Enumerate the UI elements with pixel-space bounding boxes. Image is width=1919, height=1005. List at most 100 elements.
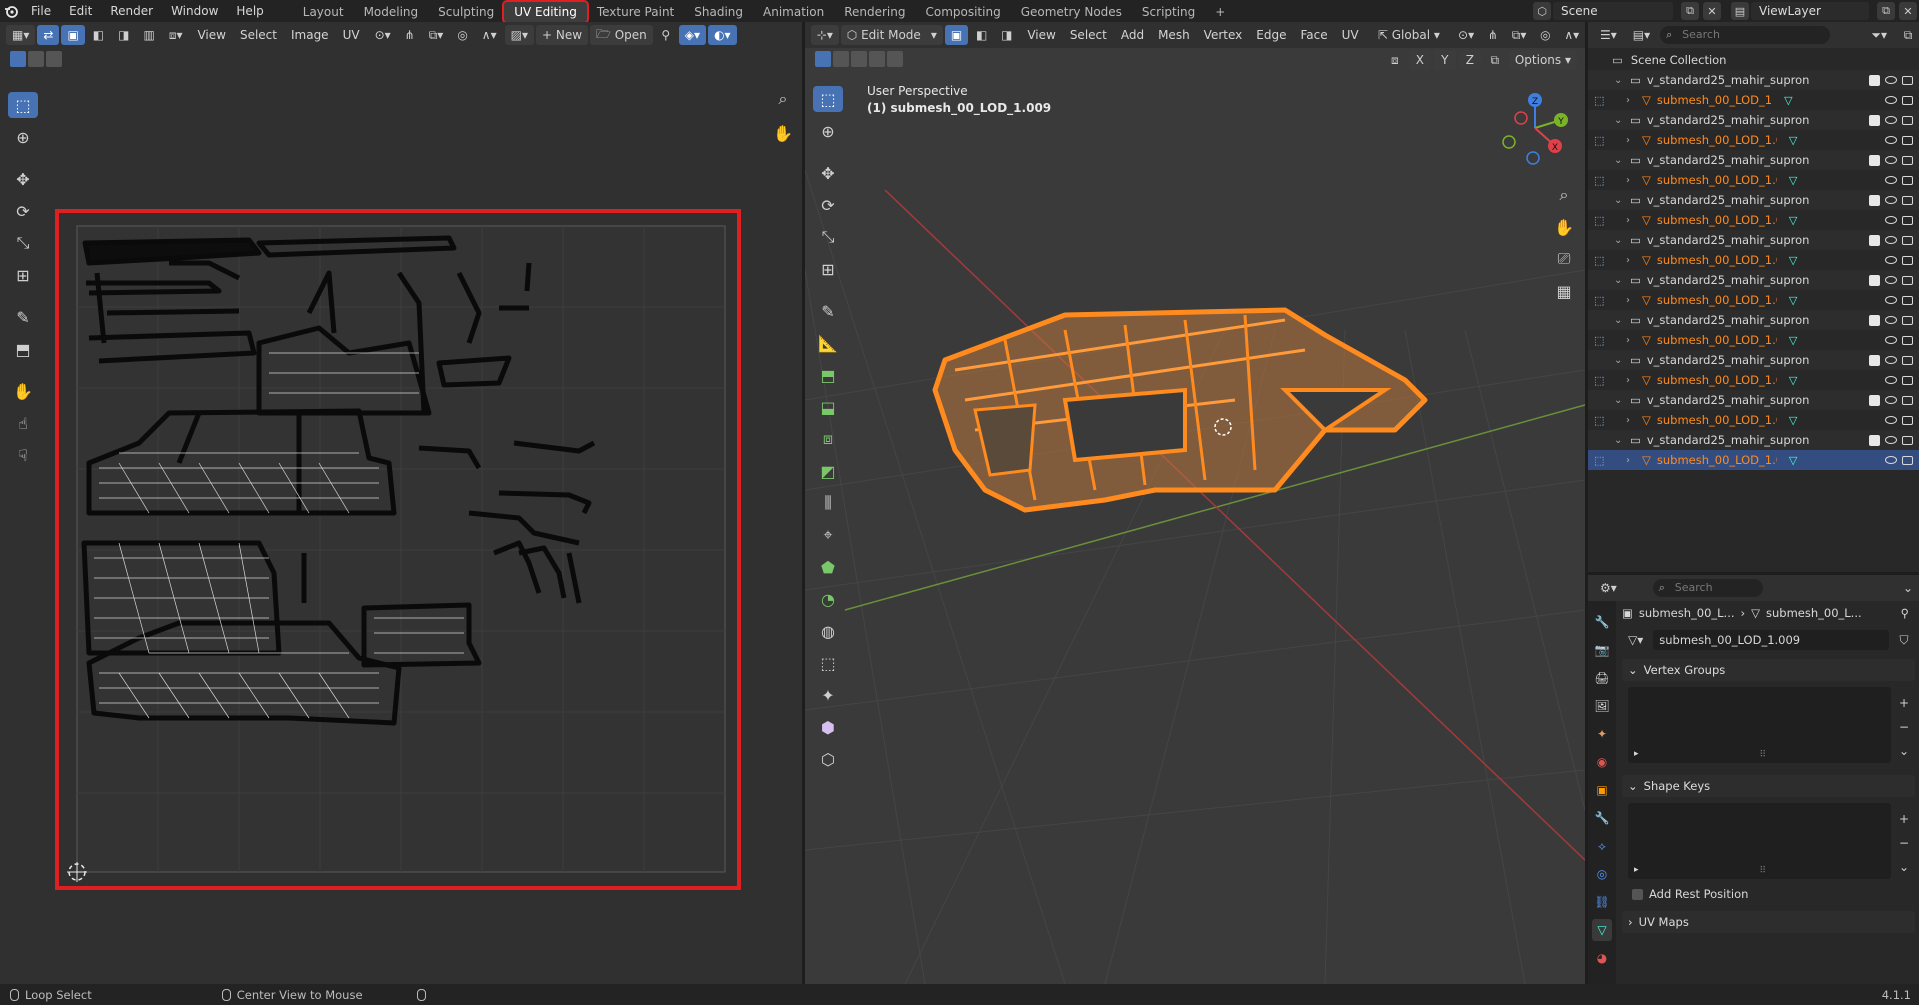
new-view-layer-icon[interactable]: ⧉ bbox=[1877, 2, 1895, 20]
vp-select-subtract-icon[interactable] bbox=[851, 51, 867, 67]
remove-vertex-group-icon[interactable]: − bbox=[1893, 717, 1915, 737]
tab-shading[interactable]: Shading bbox=[684, 2, 753, 22]
render-camera-icon[interactable] bbox=[1902, 415, 1913, 425]
uv-display-icon[interactable]: ◈▾ bbox=[678, 25, 707, 45]
vp-cursor-icon[interactable]: ⊕ bbox=[813, 118, 843, 144]
expand-right-icon[interactable]: › bbox=[1626, 135, 1638, 146]
options-dropdown[interactable]: Options ▾ bbox=[1508, 50, 1577, 70]
outliner-mesh-row[interactable]: ⬚ › ▽ submesh_00_LOD_1.004 ▽ bbox=[1588, 250, 1919, 270]
mesh-name-field[interactable]: submesh_00_LOD_1.009 bbox=[1653, 630, 1889, 650]
modifier-tab-icon[interactable]: 🔧 bbox=[1592, 807, 1612, 829]
render-camera-icon[interactable] bbox=[1902, 175, 1913, 185]
outliner-mesh-row[interactable]: ⬚ › ▽ submesh_00_LOD_1.006 ▽ bbox=[1588, 330, 1919, 350]
vp-poly-build-icon[interactable]: ⬟ bbox=[813, 554, 843, 580]
editor-type-icon[interactable]: ▦▾ bbox=[6, 25, 36, 45]
viewport-menu-view[interactable]: View bbox=[1020, 28, 1062, 42]
add-shape-key-icon[interactable]: + bbox=[1893, 809, 1915, 829]
vp-select-box-icon[interactable]: ⬚ bbox=[813, 86, 843, 112]
falloff-icon[interactable]: ∧▾ bbox=[476, 25, 503, 45]
outliner-collection-row[interactable]: ⌄ ▭ v_standard25_mahir_supron__ext01_t bbox=[1588, 430, 1919, 450]
uv-menu-uv[interactable]: UV bbox=[336, 28, 367, 42]
menu-render[interactable]: Render bbox=[101, 0, 162, 22]
outliner[interactable]: ☰▾ ▤▾ ⌕ Search ⏷▾ ⧉ ▭ Scene Collection ⌄… bbox=[1588, 22, 1919, 572]
list-resize-grip-icon[interactable]: ⠿ bbox=[1760, 866, 1767, 876]
visibility-eye-icon[interactable] bbox=[1885, 336, 1897, 344]
new-scene-icon[interactable]: ⧉ bbox=[1681, 2, 1699, 20]
mode-selector[interactable]: ⬡ Edit Mode ▾ bbox=[840, 25, 943, 45]
visibility-eye-icon[interactable] bbox=[1885, 316, 1897, 324]
pivot-icon[interactable]: ⊙▾ bbox=[369, 25, 397, 45]
world-tab-icon[interactable]: ◉ bbox=[1592, 751, 1612, 773]
transform-tool-icon[interactable]: ⊞ bbox=[8, 262, 38, 288]
vp-shrink-icon[interactable]: ✦ bbox=[813, 682, 843, 708]
vp-scale-icon[interactable]: ⤡ bbox=[813, 224, 843, 250]
proportional-edit-icon[interactable]: ◎ bbox=[451, 25, 473, 45]
list-resize-grip-icon[interactable]: ⠿ bbox=[1760, 750, 1767, 760]
outliner-collection-row[interactable]: ⌄ ▭ v_standard25_mahir_supron__ext01_c bbox=[1588, 350, 1919, 370]
mesh-data-icon[interactable]: ▽ bbox=[1789, 334, 1797, 347]
visibility-eye-icon[interactable] bbox=[1885, 436, 1897, 444]
expand-down-icon[interactable]: ⌄ bbox=[1614, 235, 1626, 246]
render-camera-icon[interactable] bbox=[1902, 255, 1913, 265]
vp-edge-slide-icon[interactable]: ⬚ bbox=[813, 650, 843, 676]
render-camera-icon[interactable] bbox=[1902, 435, 1913, 445]
viewport-menu-add[interactable]: Add bbox=[1114, 28, 1151, 42]
mesh-data-icon[interactable]: ▽ bbox=[1789, 414, 1797, 427]
vp-inset-icon[interactable]: ⧈ bbox=[813, 426, 843, 452]
visibility-eye-icon[interactable] bbox=[1885, 396, 1897, 404]
uv-menu-view[interactable]: View bbox=[190, 28, 232, 42]
menu-help[interactable]: Help bbox=[227, 0, 272, 22]
mirror-icon[interactable]: ⧈ bbox=[1384, 50, 1406, 70]
expand-down-icon[interactable]: ⌄ bbox=[1614, 275, 1626, 286]
output-tab-icon[interactable]: 🖨 bbox=[1592, 667, 1612, 689]
tab-geometry-nodes[interactable]: Geometry Nodes bbox=[1011, 2, 1132, 22]
pan-hand-icon[interactable]: ✋ bbox=[768, 120, 798, 146]
expand-right-icon[interactable]: › bbox=[1626, 95, 1638, 106]
rotate-tool-icon[interactable]: ⟳ bbox=[8, 198, 38, 224]
ortho-toggle-icon[interactable]: ▦ bbox=[1549, 278, 1579, 304]
vp-select-invert-icon[interactable] bbox=[869, 51, 885, 67]
expand-right-icon[interactable]: › bbox=[1626, 415, 1638, 426]
select-mode-subtract-icon[interactable] bbox=[46, 51, 62, 67]
vp-extrude-icon[interactable]: ⬓ bbox=[813, 394, 843, 420]
constraints-tab-icon[interactable]: ⛓ bbox=[1592, 891, 1612, 913]
move-tool-icon[interactable]: ✥ bbox=[8, 166, 38, 192]
relax-tool-icon[interactable]: ☝ bbox=[8, 410, 38, 436]
mesh-data-icon[interactable]: ▽ bbox=[1789, 294, 1797, 307]
overlay-icon[interactable]: ◐▾ bbox=[708, 25, 737, 45]
visibility-eye-icon[interactable] bbox=[1885, 196, 1897, 204]
edit-mode-toggle-icon[interactable]: ⬚ bbox=[1594, 94, 1604, 107]
rip-tool-icon[interactable]: ⬒ bbox=[8, 336, 38, 362]
edit-mode-toggle-icon[interactable]: ⬚ bbox=[1594, 334, 1604, 347]
snap-icon[interactable]: ⋔ bbox=[399, 25, 421, 45]
edit-mode-toggle-icon[interactable]: ⬚ bbox=[1594, 374, 1604, 387]
exclude-checkbox[interactable] bbox=[1869, 74, 1880, 86]
viewport-menu-vertex[interactable]: Vertex bbox=[1197, 28, 1250, 42]
blender-logo-icon[interactable] bbox=[0, 0, 22, 22]
editor-type-3d-icon[interactable]: ⊹▾ bbox=[811, 25, 839, 45]
render-camera-icon[interactable] bbox=[1902, 155, 1913, 165]
expand-down-icon[interactable]: ⌄ bbox=[1614, 195, 1626, 206]
render-camera-icon[interactable] bbox=[1902, 295, 1913, 305]
viewport-zoom-icon[interactable]: ⌕ bbox=[1549, 182, 1579, 208]
vp-measure-icon[interactable]: 📐 bbox=[813, 330, 843, 356]
mesh-browse-icon[interactable]: ▽▾ bbox=[1622, 630, 1649, 650]
annotate-tool-icon[interactable]: ✎ bbox=[8, 304, 38, 330]
uv-menu-image[interactable]: Image bbox=[284, 28, 336, 42]
image-browse-icon[interactable]: ▨▾ bbox=[504, 25, 534, 45]
outliner-mesh-row[interactable]: ⬚ › ▽ submesh_00_LOD_1.003 ▽ bbox=[1588, 210, 1919, 230]
visibility-eye-icon[interactable] bbox=[1885, 116, 1897, 124]
fake-user-shield-icon[interactable]: ⛉ bbox=[1893, 630, 1915, 650]
zoom-icon[interactable]: ⌕ bbox=[768, 86, 798, 112]
edit-mode-toggle-icon[interactable]: ⬚ bbox=[1594, 254, 1604, 267]
outliner-collection-row[interactable]: ⌄ ▭ v_standard25_mahir_supron__ext01_b bbox=[1588, 70, 1919, 90]
exclude-checkbox[interactable] bbox=[1869, 154, 1880, 166]
vp-knife-icon[interactable]: ⌖ bbox=[813, 522, 843, 548]
outliner-search[interactable]: ⌕ Search bbox=[1660, 26, 1831, 44]
expand-down-icon[interactable]: ⌄ bbox=[1614, 435, 1626, 446]
auto-merge-icon[interactable]: ⧉ bbox=[1484, 50, 1506, 70]
viewport-menu-select[interactable]: Select bbox=[1063, 28, 1114, 42]
select-mode-extend-icon[interactable] bbox=[28, 51, 44, 67]
outliner-mesh-row[interactable]: ⬚ › ▽ submesh_00_LOD_1 ▽ bbox=[1588, 90, 1919, 110]
viewport-pan-icon[interactable]: ✋ bbox=[1549, 214, 1579, 240]
